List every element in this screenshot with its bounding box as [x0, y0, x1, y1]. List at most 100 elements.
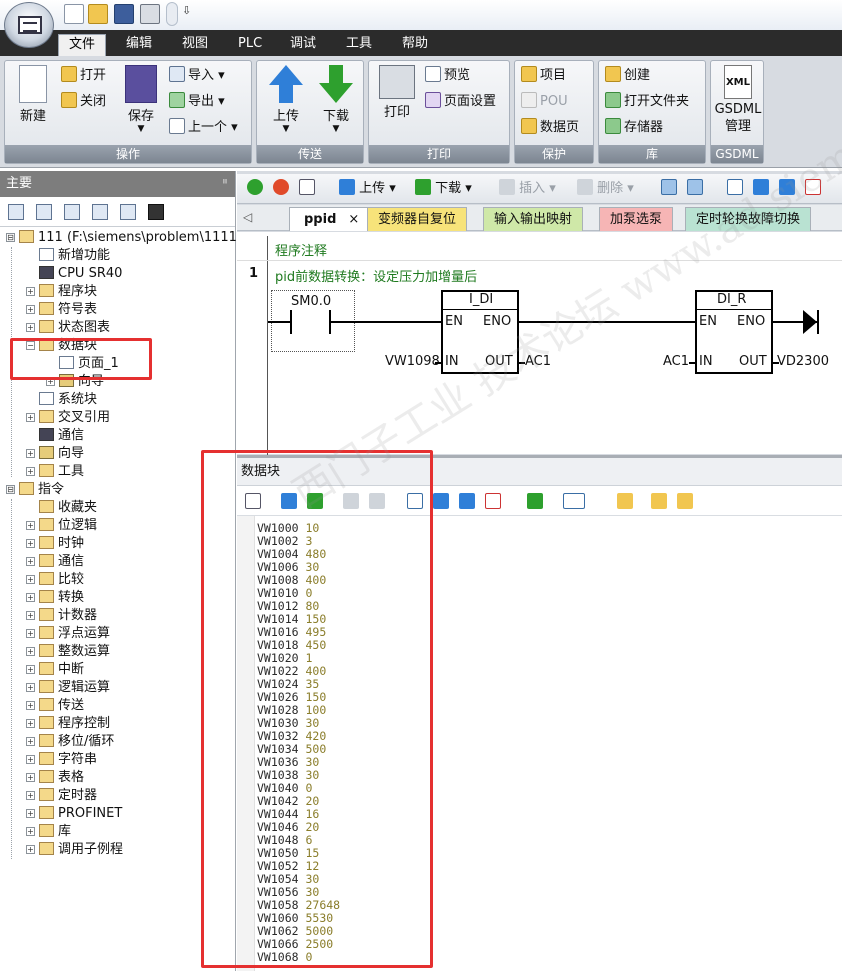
- tree-node[interactable]: + 传送: [26, 697, 84, 715]
- symbol-icon[interactable]: [617, 493, 633, 509]
- tree-node[interactable]: + 状态图表: [26, 319, 110, 337]
- tree-node[interactable]: + 比较: [26, 571, 84, 589]
- expand-toggle-icon[interactable]: +: [26, 611, 35, 620]
- memory-button[interactable]: 存储器: [605, 117, 663, 139]
- stop-button[interactable]: [273, 179, 289, 199]
- protect-pou-button[interactable]: POU: [521, 91, 568, 113]
- menu-tab-help[interactable]: 帮助: [392, 34, 438, 56]
- print-icon[interactable]: [140, 4, 160, 24]
- expand-toggle-icon[interactable]: +: [26, 413, 35, 422]
- tree-node[interactable]: + 程序控制: [26, 715, 110, 733]
- tree-node[interactable]: 新增功能: [26, 247, 110, 265]
- expand-toggle-icon[interactable]: +: [26, 773, 35, 782]
- new-button[interactable]: 新建: [11, 65, 55, 124]
- comment-icon[interactable]: [563, 493, 585, 509]
- close-tab-icon[interactable]: ×: [348, 212, 359, 227]
- tabs-scroll-left-icon[interactable]: ◁: [243, 210, 252, 224]
- save-button[interactable]: 保存 ▼: [119, 65, 163, 134]
- expand-toggle-icon[interactable]: +: [26, 647, 35, 656]
- menu-tab-plc[interactable]: PLC: [228, 34, 272, 56]
- chart-icon[interactable]: [120, 204, 136, 220]
- save-icon[interactable]: [114, 4, 134, 24]
- import-button[interactable]: 导入 ▾: [169, 65, 225, 87]
- di-r-out-operand[interactable]: VD2300: [777, 354, 829, 369]
- tree-node[interactable]: + 向导: [26, 445, 84, 463]
- expand-toggle-icon[interactable]: +: [26, 701, 35, 710]
- expand-toggle-icon[interactable]: +: [26, 809, 35, 818]
- application-menu-button[interactable]: [4, 2, 54, 48]
- toolbar-tool-5[interactable]: [779, 179, 795, 199]
- branch-left-icon[interactable]: [433, 493, 449, 509]
- program-tab[interactable]: 输入输出映射: [483, 207, 584, 231]
- goto-icon[interactable]: [527, 493, 543, 509]
- expand-toggle-icon[interactable]: +: [26, 521, 35, 530]
- tree-node[interactable]: 收藏夹: [26, 499, 97, 517]
- data-icon[interactable]: [92, 204, 108, 220]
- tree-node[interactable]: + 表格: [26, 769, 84, 787]
- close-button[interactable]: 关闭: [61, 91, 106, 113]
- table-icon[interactable]: [36, 204, 52, 220]
- expand-toggle-icon[interactable]: +: [26, 323, 35, 332]
- print-button[interactable]: 打印: [375, 65, 419, 120]
- tree-node[interactable]: + 字符串: [26, 751, 97, 769]
- i-di-out-operand[interactable]: AC1: [525, 354, 551, 369]
- open-button[interactable]: 打开: [61, 65, 106, 87]
- tree-node[interactable]: ⊟ 111 (F:\siemens\problem\11111): [6, 229, 250, 247]
- insert-icon[interactable]: [343, 493, 359, 509]
- expand-toggle-icon[interactable]: +: [26, 575, 35, 584]
- tree-node[interactable]: 通信: [26, 427, 84, 445]
- tree-node[interactable]: + 转换: [26, 589, 84, 607]
- protect-project-button[interactable]: 项目: [521, 65, 566, 87]
- expand-toggle-icon[interactable]: +: [26, 287, 35, 296]
- menu-tab-file[interactable]: 文件: [58, 34, 107, 56]
- expand-toggle-icon[interactable]: +: [26, 665, 35, 674]
- tree-node[interactable]: + 中断: [26, 661, 84, 679]
- tree-node[interactable]: − 数据块: [26, 337, 97, 355]
- open-folder-icon[interactable]: [88, 4, 108, 24]
- properties-icon[interactable]: [677, 493, 693, 509]
- expand-toggle-icon[interactable]: +: [26, 791, 35, 800]
- toolbar-download-button[interactable]: 下载 ▾: [415, 179, 472, 199]
- expand-toggle-icon[interactable]: +: [26, 593, 35, 602]
- expand-toggle-icon[interactable]: +: [46, 377, 55, 386]
- expand-toggle-icon[interactable]: +: [26, 755, 35, 764]
- di-r-in-operand[interactable]: AC1: [663, 354, 689, 369]
- run-button[interactable]: [247, 179, 263, 199]
- quick-access-dropdown-icon[interactable]: ⇩: [182, 4, 191, 17]
- expand-toggle-icon[interactable]: +: [26, 719, 35, 728]
- program-comment[interactable]: 程序注释: [275, 240, 327, 259]
- tree-node[interactable]: + 调用子例程: [26, 841, 123, 859]
- tree-node[interactable]: + 向导: [46, 373, 104, 391]
- tree-node[interactable]: + 定时器: [26, 787, 97, 805]
- toolbar-tool-1[interactable]: [661, 179, 677, 199]
- expand-toggle-icon[interactable]: ⊟: [6, 485, 15, 494]
- data-block-line[interactable]: VW1068 0: [257, 951, 340, 964]
- open-folder-button[interactable]: 打开文件夹: [605, 91, 689, 113]
- protect-data-page-button[interactable]: 数据页: [521, 117, 579, 139]
- expand-toggle-icon[interactable]: +: [26, 737, 35, 746]
- download-icon[interactable]: [307, 493, 323, 509]
- tree-node[interactable]: + 交叉引用: [26, 409, 110, 427]
- tree-node[interactable]: 页面_1: [46, 355, 119, 373]
- toolbar-tool-3[interactable]: [727, 179, 743, 199]
- insert-button[interactable]: 插入 ▾: [499, 179, 556, 199]
- page-setup-button[interactable]: 页面设置: [425, 91, 496, 113]
- expand-toggle-icon[interactable]: +: [26, 557, 35, 566]
- menu-tab-debug[interactable]: 调试: [280, 34, 326, 56]
- menu-tab-edit[interactable]: 编辑: [116, 34, 162, 56]
- tree-node[interactable]: + 整数运算: [26, 643, 110, 661]
- rung-icon[interactable]: [407, 493, 423, 509]
- tree-node[interactable]: + 工具: [26, 463, 84, 481]
- expand-toggle-icon[interactable]: +: [26, 683, 35, 692]
- pin-icon[interactable]: ᴵᴵ: [223, 171, 227, 197]
- delete-button[interactable]: 删除 ▾: [577, 179, 634, 199]
- compile-check-icon[interactable]: [245, 493, 261, 509]
- compile-button[interactable]: [299, 179, 315, 199]
- download-button[interactable]: 下载 ▼: [315, 65, 357, 134]
- tree-node[interactable]: ⊟ 指令: [6, 481, 64, 499]
- program-tab[interactable]: 加泵选泵: [599, 207, 674, 231]
- i-di-in-operand[interactable]: VW1098: [385, 354, 440, 369]
- expand-toggle-icon[interactable]: +: [26, 305, 35, 314]
- data-block-lines[interactable]: VW1000 10 VW1002 3 VW1004 480 VW1006 30 VW10…: [257, 522, 340, 964]
- expand-toggle-icon[interactable]: ⊟: [6, 233, 15, 242]
